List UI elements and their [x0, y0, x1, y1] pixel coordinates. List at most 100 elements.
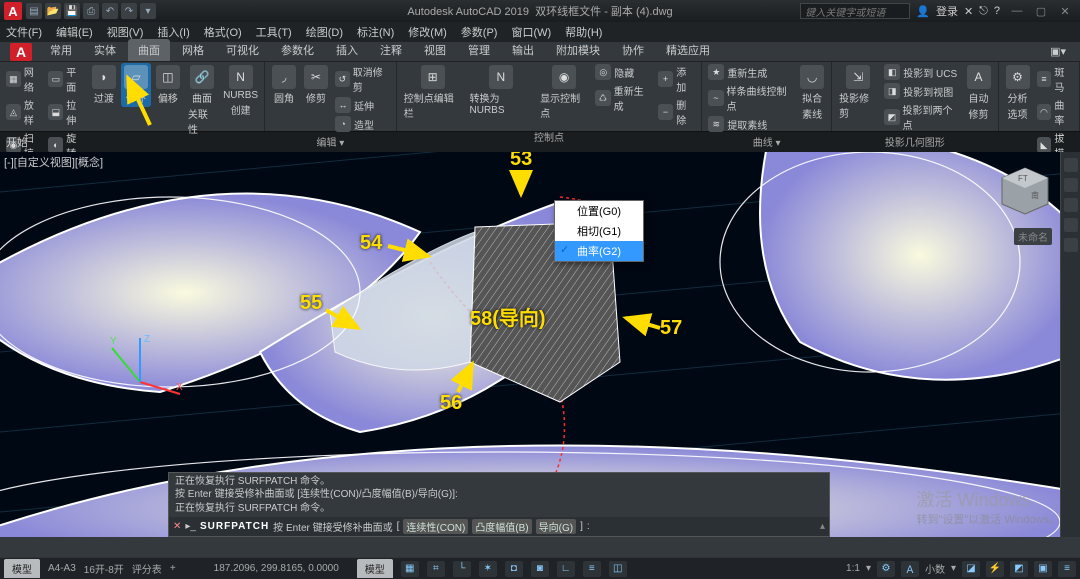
polar-icon[interactable]: ✶ — [479, 561, 497, 577]
ortho-icon[interactable]: └ — [453, 561, 471, 577]
spline-cv-button[interactable]: ~样条曲线控制点 — [706, 82, 795, 114]
project-2pt-button[interactable]: ◩投影到两个点 — [882, 101, 961, 133]
layout-tab-model[interactable]: 模型 — [4, 559, 40, 578]
to-nurbs-button[interactable]: N转换为NURBS — [467, 63, 536, 118]
menu-item[interactable]: 工具(T) — [256, 24, 292, 40]
maximize-button[interactable]: ▢ — [1030, 3, 1052, 19]
add-cv-button[interactable]: +添加 — [656, 63, 697, 95]
transparency-icon[interactable]: ◫ — [609, 561, 627, 577]
hardware-icon[interactable]: ⚡ — [986, 561, 1004, 577]
analysis-opts-button[interactable]: ⚙分析选项 — [1003, 63, 1033, 123]
units-label[interactable]: 小数 — [925, 561, 945, 576]
snap-icon[interactable]: ⌗ — [427, 561, 445, 577]
ribbon-tab[interactable]: 常用 — [40, 39, 82, 61]
del-cv-button[interactable]: −删除 — [656, 96, 697, 128]
continuity-g2[interactable]: 曲率(G2) — [555, 241, 643, 261]
viewcube[interactable]: FT 南 — [998, 164, 1052, 224]
menu-item[interactable]: 文件(F) — [6, 24, 42, 40]
isoline-button[interactable]: ≋提取素线 — [706, 115, 795, 133]
ribbon-tab[interactable]: 插入 — [326, 39, 368, 61]
hide-cv-button[interactable]: ◎隐藏 — [593, 63, 654, 81]
qat-new-icon[interactable]: ▤ — [26, 3, 42, 19]
layout-tab[interactable]: 评分表 — [132, 561, 162, 576]
menu-item[interactable]: 编辑(E) — [56, 24, 93, 40]
regen-button[interactable]: ★重新生成 — [706, 63, 795, 81]
otrack-icon[interactable]: ∟ — [557, 561, 575, 577]
navwheel-icon[interactable] — [1064, 158, 1078, 172]
offset-button[interactable]: ◫偏移 — [153, 63, 183, 107]
menu-item[interactable]: 视图(V) — [107, 24, 144, 40]
isolate-icon[interactable]: ◩ — [1010, 561, 1028, 577]
menu-item[interactable]: 标注(N) — [357, 24, 394, 40]
help-icon[interactable]: ? — [994, 5, 1000, 17]
ribbon-tab[interactable]: 参数化 — [271, 39, 324, 61]
cloud-icon[interactable]: ⎋ — [979, 5, 988, 18]
opt-guide[interactable]: 导向(G) — [536, 519, 576, 534]
planar-button[interactable]: ▭平面 — [46, 63, 86, 95]
fillet-button[interactable]: ◞圆角 — [269, 63, 299, 107]
extend-button[interactable]: ↔延伸 — [333, 96, 392, 114]
ribbon-tab[interactable]: 输出 — [502, 39, 544, 61]
menu-item[interactable]: 修改(M) — [408, 24, 447, 40]
cmd-close-icon[interactable]: ✕ — [173, 521, 181, 532]
menu-item[interactable]: 插入(I) — [157, 24, 189, 40]
rebuild-button[interactable]: ♺重新生成 — [593, 82, 654, 114]
osnap-icon[interactable]: ◘ — [505, 561, 523, 577]
signin-label[interactable]: 登录 — [936, 3, 958, 19]
assoc-button[interactable]: 🔗曲面关联性 — [185, 63, 219, 138]
menu-item[interactable]: 帮助(H) — [565, 24, 602, 40]
project-ucs-button[interactable]: ◧投影到 UCS — [882, 63, 961, 81]
app-menu-button[interactable]: A — [4, 43, 38, 61]
loft-button[interactable]: ◬放样 — [4, 96, 44, 128]
fit-button[interactable]: ◡拟合素线 — [797, 63, 827, 123]
ribbon-tab[interactable]: 协作 — [612, 39, 654, 61]
cv-edit-button[interactable]: ⊞控制点编辑栏 — [401, 63, 465, 122]
customize-icon[interactable]: ≡ — [1058, 561, 1076, 577]
layout-add-icon[interactable]: + — [170, 563, 176, 574]
qat-more-icon[interactable]: ▾ — [140, 3, 156, 19]
sculpt-button[interactable]: ◔造型 — [333, 115, 392, 133]
extrude-button[interactable]: ⬓拉伸 — [46, 96, 86, 128]
minimize-button[interactable]: — — [1006, 3, 1028, 19]
qat-saveas-icon[interactable]: ⎙ — [83, 3, 99, 19]
ribbon-tab[interactable]: 精选应用 — [656, 39, 720, 61]
blend-button[interactable]: ◗过渡 — [89, 63, 119, 107]
project-view-button[interactable]: ◨投影到视图 — [882, 82, 961, 100]
model-paper-toggle[interactable]: 模型 — [357, 559, 393, 578]
auto-trim-button[interactable]: A自动修剪 — [964, 63, 994, 123]
grid-icon[interactable]: ▦ — [401, 561, 419, 577]
curvature-button[interactable]: ◠曲率 — [1035, 96, 1075, 128]
ribbon-tab[interactable]: 视图 — [414, 39, 456, 61]
menu-item[interactable]: 绘图(D) — [306, 24, 343, 40]
zebra-button[interactable]: ≡斑马 — [1035, 63, 1075, 95]
nurbs-create-button[interactable]: NNURBS创建 — [221, 63, 260, 119]
menu-item[interactable]: 窗口(W) — [511, 24, 551, 40]
ribbon-tab[interactable]: 附加模块 — [546, 39, 610, 61]
menu-item[interactable]: 参数(P) — [461, 24, 498, 40]
anno-scale[interactable]: 1:1 — [846, 563, 860, 574]
show-cv-button[interactable]: ◉显示控制点 — [537, 63, 591, 122]
signin-icon[interactable]: 👤 — [916, 5, 930, 18]
showmotion-icon[interactable] — [1064, 238, 1078, 252]
gear-icon[interactable]: ⚙ — [877, 561, 895, 577]
named-view-label[interactable]: 未命名 — [1014, 228, 1052, 245]
close-button[interactable]: ✕ — [1054, 3, 1076, 19]
untrim-button[interactable]: ↺取消修剪 — [333, 63, 392, 95]
continuity-g1[interactable]: 相切(G1) — [555, 221, 643, 241]
continuity-g0[interactable]: 位置(G0) — [555, 201, 643, 221]
command-input[interactable]: ✕ ▸_ SURFPATCH 按 Enter 键接受修补曲面或 [连续性(CON… — [169, 517, 829, 536]
pan-icon[interactable] — [1064, 178, 1078, 192]
ribbon-tab[interactable]: 曲面 — [128, 39, 170, 61]
layout-tab[interactable]: 16开-8开 — [84, 561, 124, 576]
command-window[interactable]: 正在恢复执行 SURFPATCH 命令。 按 Enter 键接受修补曲面或 [连… — [168, 472, 830, 538]
trim-button[interactable]: ✂修剪 — [301, 63, 331, 107]
ribbon-tab[interactable]: 实体 — [84, 39, 126, 61]
layout-tab[interactable]: A4-A3 — [48, 563, 76, 574]
ribbon-tab[interactable]: 可视化 — [216, 39, 269, 61]
orbit-icon[interactable] — [1064, 218, 1078, 232]
opt-bulge[interactable]: 凸度幅值(B) — [472, 519, 531, 534]
qat-redo-icon[interactable]: ↷ — [121, 3, 137, 19]
qat-undo-icon[interactable]: ↶ — [102, 3, 118, 19]
cmd-expand-icon[interactable]: ▴ — [820, 521, 825, 532]
ribbon-expand-icon[interactable]: ▣▾ — [1040, 42, 1076, 61]
